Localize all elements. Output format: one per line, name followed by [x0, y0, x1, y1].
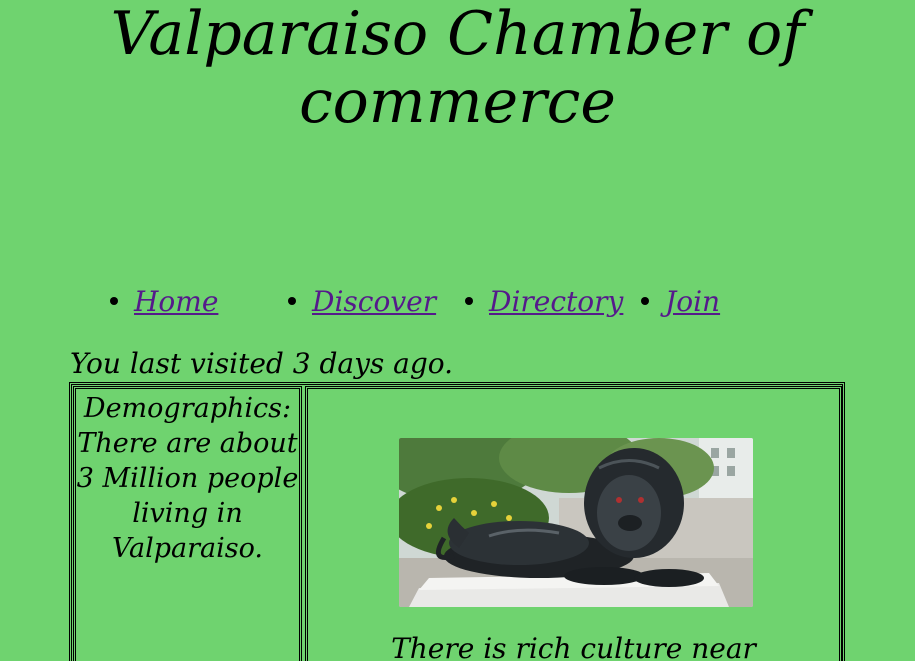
nav-item-join: Join: [641, 282, 720, 322]
nav-link-directory[interactable]: Directory: [489, 285, 623, 318]
page-title: Valparaiso Chamber of commerce: [0, 0, 915, 136]
lion-statue-image: [399, 438, 753, 607]
nav-item-discover: Discover: [288, 282, 436, 322]
demographics-cell: Demographics: There are about 3 Million …: [73, 386, 302, 661]
nav-item-home: Home: [110, 282, 218, 322]
title-line-1: Valparaiso Chamber of: [110, 0, 805, 69]
main-nav: Home Discover Directory Join: [110, 282, 810, 322]
bullet-icon: [110, 296, 118, 305]
bullet-icon: [641, 296, 649, 305]
feature-cell: There is rich culture near: [305, 386, 842, 661]
nav-link-home[interactable]: Home: [134, 285, 218, 318]
content-table: Demographics: There are about 3 Million …: [69, 382, 845, 661]
demographics-text: Demographics: There are about 3 Million …: [76, 393, 299, 564]
nav-link-join[interactable]: Join: [665, 285, 720, 318]
nav-item-directory: Directory: [465, 282, 623, 322]
nav-link-discover[interactable]: Discover: [312, 285, 436, 318]
bullet-icon: [465, 296, 473, 305]
feature-caption: There is rich culture near: [391, 632, 756, 661]
bullet-icon: [288, 296, 296, 305]
last-visit-message: You last visited 3 days ago.: [70, 347, 454, 380]
title-line-2: commerce: [299, 67, 616, 137]
